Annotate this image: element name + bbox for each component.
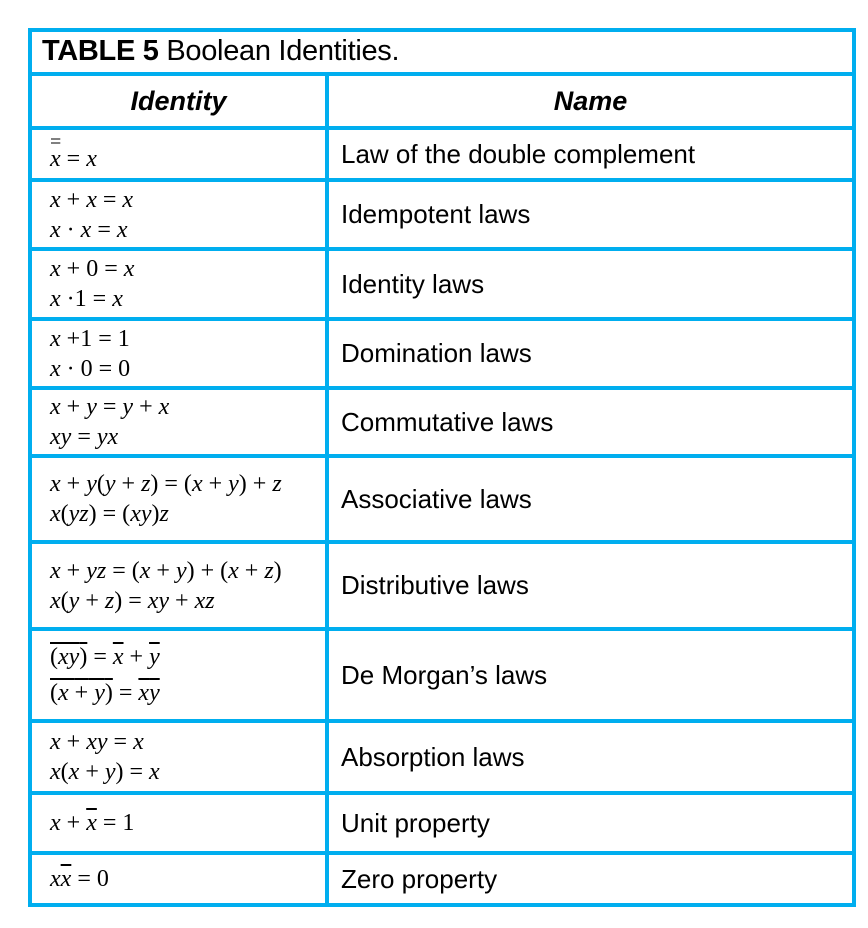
header-name: Name bbox=[553, 85, 628, 116]
identity-line: x + 0 = x bbox=[50, 256, 135, 282]
identity-cell: xx = 0 bbox=[32, 855, 329, 903]
identity-line: xy = yx bbox=[50, 424, 119, 450]
table-row: x + x = 1 Unit property bbox=[32, 795, 852, 855]
name-cell: Domination laws bbox=[341, 338, 532, 368]
identity-cell: x + 0 = x x ·1 = x bbox=[32, 251, 329, 317]
table-row: x + yz = (x + y) + (x + z) x(y + z) = xy… bbox=[32, 544, 852, 631]
header-row: Identity Name bbox=[32, 76, 852, 130]
identity-cell: x + x = 1 bbox=[32, 795, 329, 851]
table-caption: TABLE 5 Boolean Identities. bbox=[32, 32, 852, 76]
name-cell: Zero property bbox=[341, 863, 498, 894]
table-row: x + y(y + z) = (x + y) + z x(yz) = (xy)z… bbox=[32, 458, 852, 544]
identity-line: x + x = 1 bbox=[50, 810, 135, 836]
name-cell: Identity laws bbox=[341, 268, 485, 299]
name-cell: De Morgan’s laws bbox=[341, 659, 548, 690]
identity-line: x · x = x bbox=[50, 216, 128, 243]
table-row: x + 0 = x x ·1 = x Identity laws bbox=[32, 251, 852, 321]
table-row: (xy) = x + y (x + y) = xy De Morgan’s la… bbox=[32, 631, 852, 723]
identity-line: x + y = y + x bbox=[50, 394, 170, 420]
name-cell: Idempotent laws bbox=[341, 199, 531, 229]
name-cell: Absorption laws bbox=[341, 741, 525, 772]
identity-cell: x + y(y + z) = (x + y) + z x(yz) = (xy)z bbox=[32, 458, 329, 540]
table-row: xx = 0 Zero property bbox=[32, 855, 852, 903]
name-cell: Law of the double complement bbox=[341, 138, 696, 169]
identity-line: x · 0 = 0 bbox=[50, 355, 131, 382]
identity-line: x + xy = x bbox=[50, 729, 144, 755]
identity-line: x + x = x bbox=[50, 186, 134, 213]
identity-line: x(x + y) = x bbox=[50, 759, 160, 785]
name-cell: Distributive laws bbox=[341, 570, 529, 600]
name-cell: Unit property bbox=[341, 807, 490, 838]
boolean-identities-table: TABLE 5 Boolean Identities. Identity Nam… bbox=[28, 28, 856, 907]
identity-cell: x +1 = 1 x · 0 = 0 bbox=[32, 321, 329, 386]
identity-cell: x + x = x x · x = x bbox=[32, 182, 329, 247]
identity-line: x ·1 = x bbox=[50, 286, 123, 312]
table-number: TABLE 5 bbox=[42, 35, 159, 67]
identity-cell: x = x bbox=[32, 127, 329, 178]
header-identity: Identity bbox=[32, 76, 329, 126]
identity-line: x(yz) = (xy)z bbox=[50, 501, 169, 527]
identity-line: x +1 = 1 bbox=[50, 325, 130, 352]
identity-cell: x + y = y + x xy = yx bbox=[32, 390, 329, 454]
table-title: Boolean Identities. bbox=[158, 35, 400, 67]
identity-line: x + y(y + z) = (x + y) + z bbox=[50, 471, 282, 497]
identity-line: xx = 0 bbox=[50, 866, 109, 892]
identity-cell: x + xy = x x(x + y) = x bbox=[32, 723, 329, 791]
identity-line: (xy) = x + y bbox=[50, 644, 160, 670]
identity-line: x = x bbox=[50, 127, 325, 174]
table-row: x = x Law of the double complement bbox=[32, 127, 852, 182]
identity-line: x(y + z) = xy + xz bbox=[50, 587, 215, 614]
name-cell: Commutative laws bbox=[341, 406, 554, 437]
name-cell: Associative laws bbox=[341, 483, 532, 514]
identity-cell: x + yz = (x + y) + (x + z) x(y + z) = xy… bbox=[32, 544, 329, 627]
table-row: x + x = x x · x = x Idempotent laws bbox=[32, 182, 852, 251]
identity-cell: (xy) = x + y (x + y) = xy bbox=[32, 631, 329, 719]
identity-line: x + yz = (x + y) + (x + z) bbox=[50, 557, 282, 584]
table-row: x +1 = 1 x · 0 = 0 Domination laws bbox=[32, 321, 852, 390]
table-row: x + y = y + x xy = yx Commutative laws bbox=[32, 390, 852, 458]
table-row: x + xy = x x(x + y) = x Absorption laws bbox=[32, 723, 852, 795]
identity-line: (x + y) = xy bbox=[50, 680, 160, 706]
